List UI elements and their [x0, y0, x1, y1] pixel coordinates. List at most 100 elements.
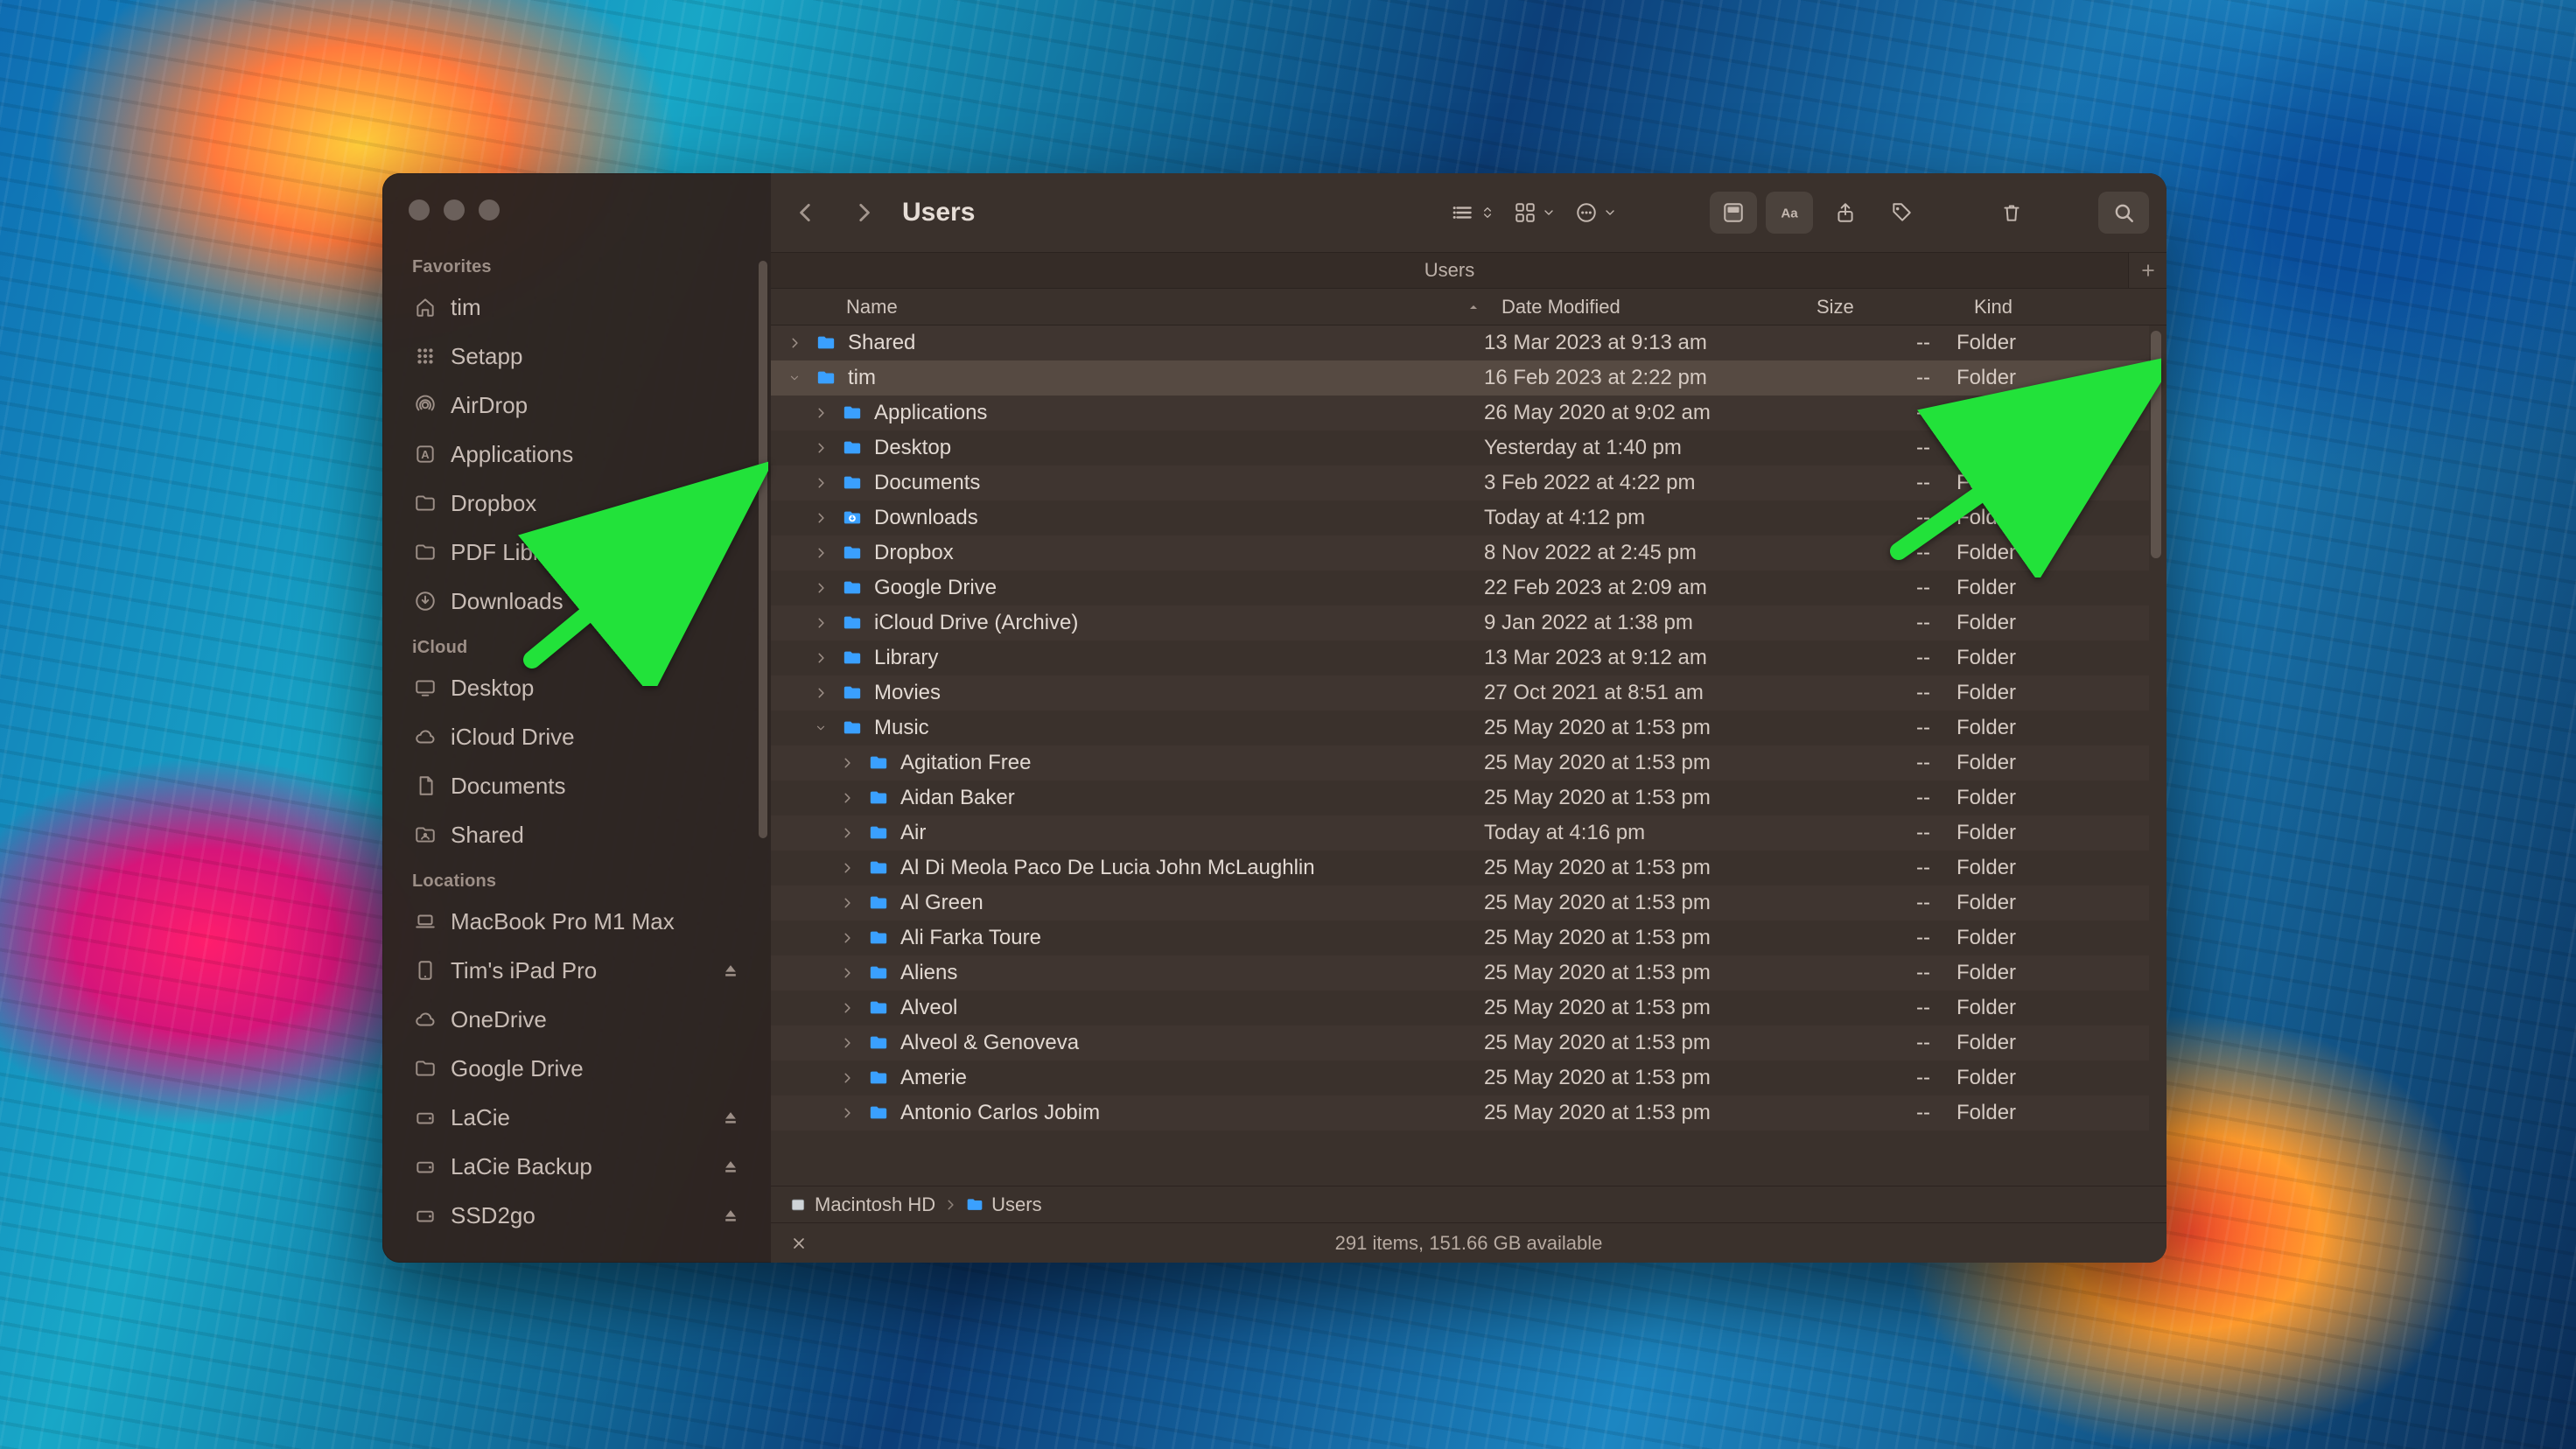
- file-row[interactable]: Agitation Free25 May 2020 at 1:53 pm--Fo…: [771, 746, 2149, 780]
- sidebar-scroll-thumb[interactable]: [759, 261, 767, 838]
- disclosure-triangle-icon[interactable]: [841, 1107, 865, 1119]
- sidebar-item-airdrop[interactable]: AirDrop: [382, 381, 760, 430]
- file-row[interactable]: Dropbox8 Nov 2022 at 2:45 pm--Folder: [771, 536, 2149, 570]
- disclosure-triangle-icon[interactable]: [841, 862, 865, 874]
- close-window-button[interactable]: [409, 200, 430, 220]
- file-row[interactable]: AirToday at 4:16 pm--Folder: [771, 816, 2149, 850]
- sidebar-item-documents[interactable]: Documents: [382, 761, 760, 810]
- file-row[interactable]: DownloadsToday at 4:12 pm--Folder: [771, 500, 2149, 536]
- list-scrollbar[interactable]: [2151, 331, 2161, 1180]
- share-button[interactable]: [1822, 192, 1869, 234]
- disclosure-triangle-icon[interactable]: [815, 477, 839, 489]
- back-button[interactable]: [781, 190, 830, 235]
- disclosure-triangle-icon[interactable]: [841, 827, 865, 839]
- new-tab-button[interactable]: [2128, 253, 2166, 288]
- file-row[interactable]: Google Drive22 Feb 2023 at 2:09 am--Fold…: [771, 570, 2149, 606]
- disclosure-triangle-icon[interactable]: [841, 1037, 865, 1049]
- minimize-window-button[interactable]: [444, 200, 465, 220]
- path-segment[interactable]: Macintosh HD: [788, 1194, 935, 1216]
- view-mode-list[interactable]: [1447, 192, 1500, 234]
- sidebar-item-onedrive[interactable]: OneDrive: [382, 995, 760, 1044]
- file-row[interactable]: Antonio Carlos Jobim25 May 2020 at 1:53 …: [771, 1096, 2149, 1130]
- search-icon: [2112, 201, 2135, 224]
- file-row[interactable]: Ali Farka Toure25 May 2020 at 1:53 pm--F…: [771, 920, 2149, 956]
- disclosure-triangle-icon[interactable]: [841, 1002, 865, 1014]
- sidebar-item-label: PDF Library: [451, 539, 572, 566]
- file-list[interactable]: Shared13 Mar 2023 at 9:13 am--Foldertim1…: [771, 326, 2166, 1186]
- sidebar-item-lacie[interactable]: LaCie: [382, 1093, 760, 1142]
- sidebar-item-desktop[interactable]: Desktop: [382, 663, 760, 712]
- text-size-button[interactable]: [1766, 192, 1813, 234]
- sidebar-item-tim-s-ipad-pro[interactable]: Tim's iPad Pro: [382, 946, 760, 995]
- action-menu-button[interactable]: [1570, 192, 1622, 234]
- forward-button[interactable]: [839, 190, 888, 235]
- column-size[interactable]: Size: [1816, 296, 1974, 318]
- sidebar-item-lacie-backup[interactable]: LaCie Backup: [382, 1142, 760, 1191]
- disclosure-triangle-icon[interactable]: [815, 582, 839, 594]
- search-button[interactable]: [2098, 192, 2149, 234]
- zoom-window-button[interactable]: [479, 200, 500, 220]
- file-row[interactable]: Shared13 Mar 2023 at 9:13 am--Folder: [771, 326, 2149, 360]
- file-name: Downloads: [874, 506, 1484, 530]
- file-row[interactable]: Documents3 Feb 2022 at 4:22 pm--Folder: [771, 466, 2149, 500]
- sidebar-item-tim[interactable]: tim: [382, 283, 760, 332]
- disclosure-triangle-icon[interactable]: [841, 792, 865, 804]
- column-name[interactable]: Name: [846, 296, 1502, 318]
- disclosure-triangle-icon[interactable]: [841, 1072, 865, 1084]
- file-row[interactable]: Al Green25 May 2020 at 1:53 pm--Folder: [771, 886, 2149, 920]
- column-date-modified[interactable]: Date Modified: [1502, 296, 1816, 318]
- sidebar-item-shared[interactable]: Shared: [382, 810, 760, 859]
- disclosure-triangle-icon[interactable]: [815, 442, 839, 454]
- file-row[interactable]: Aliens25 May 2020 at 1:53 pm--Folder: [771, 956, 2149, 990]
- file-row[interactable]: Amerie25 May 2020 at 1:53 pm--Folder: [771, 1060, 2149, 1096]
- file-row[interactable]: Music25 May 2020 at 1:53 pm--Folder: [771, 710, 2149, 746]
- file-row[interactable]: Applications26 May 2020 at 9:02 am--Fold…: [771, 396, 2149, 430]
- path-segment[interactable]: Users: [965, 1194, 1041, 1216]
- disclosure-triangle-icon[interactable]: [788, 337, 813, 349]
- eject-icon[interactable]: [722, 1109, 739, 1126]
- sidebar-item-dropbox[interactable]: Dropbox: [382, 479, 760, 528]
- disclosure-triangle-icon[interactable]: [841, 932, 865, 944]
- sidebar-item-pdf-library[interactable]: PDF Library: [382, 528, 760, 577]
- eject-icon[interactable]: [722, 1158, 739, 1175]
- disclosure-triangle-icon[interactable]: [815, 687, 839, 699]
- eject-icon[interactable]: [722, 962, 739, 979]
- list-scroll-thumb[interactable]: [2151, 331, 2161, 558]
- tags-button[interactable]: [1878, 192, 1925, 234]
- sidebar-scrollbar[interactable]: [759, 261, 767, 1250]
- disclosure-triangle-icon[interactable]: [788, 372, 813, 384]
- sidebar-item-icloud-drive[interactable]: iCloud Drive: [382, 712, 760, 761]
- file-row[interactable]: Aidan Baker25 May 2020 at 1:53 pm--Folde…: [771, 780, 2149, 816]
- sidebar-item-macbook-pro-m1-max[interactable]: MacBook Pro M1 Max: [382, 897, 760, 946]
- file-row[interactable]: Alveol & Genoveva25 May 2020 at 1:53 pm-…: [771, 1026, 2149, 1060]
- preview-toggle-button[interactable]: [1710, 192, 1757, 234]
- disclosure-triangle-icon[interactable]: [841, 757, 865, 769]
- file-row[interactable]: Alveol25 May 2020 at 1:53 pm--Folder: [771, 990, 2149, 1026]
- file-row[interactable]: Movies27 Oct 2021 at 8:51 am--Folder: [771, 676, 2149, 710]
- sidebar-item-setapp[interactable]: Setapp: [382, 332, 760, 381]
- disclosure-triangle-icon[interactable]: [815, 407, 839, 419]
- column-kind[interactable]: Kind: [1974, 296, 2166, 318]
- disclosure-triangle-icon[interactable]: [815, 512, 839, 524]
- trash-button[interactable]: [1988, 192, 2035, 234]
- file-row[interactable]: DesktopYesterday at 1:40 pm--Folder: [771, 430, 2149, 466]
- eject-icon[interactable]: [722, 1207, 739, 1224]
- sidebar-item-applications[interactable]: Applications: [382, 430, 760, 479]
- file-row[interactable]: tim16 Feb 2023 at 2:22 pm--Folder: [771, 360, 2149, 396]
- file-row[interactable]: Al Di Meola Paco De Lucia John McLaughli…: [771, 850, 2149, 886]
- sidebar-item-google-drive[interactable]: Google Drive: [382, 1044, 760, 1093]
- file-row[interactable]: Library13 Mar 2023 at 9:12 am--Folder: [771, 640, 2149, 676]
- disclosure-triangle-icon[interactable]: [841, 897, 865, 909]
- disclosure-triangle-icon[interactable]: [841, 967, 865, 979]
- group-by-button[interactable]: [1508, 192, 1561, 234]
- disclosure-triangle-icon[interactable]: [815, 617, 839, 629]
- file-row[interactable]: iCloud Drive (Archive)9 Jan 2022 at 1:38…: [771, 606, 2149, 640]
- tab-users[interactable]: Users: [771, 253, 2128, 288]
- disclosure-triangle-icon[interactable]: [815, 652, 839, 664]
- sidebar-item-ssd2go[interactable]: SSD2go: [382, 1191, 760, 1240]
- file-name: iCloud Drive (Archive): [874, 611, 1484, 635]
- disclosure-triangle-icon[interactable]: [815, 722, 839, 734]
- close-status-button[interactable]: [790, 1235, 808, 1252]
- disclosure-triangle-icon[interactable]: [815, 547, 839, 559]
- sidebar-item-downloads[interactable]: Downloads: [382, 577, 760, 626]
